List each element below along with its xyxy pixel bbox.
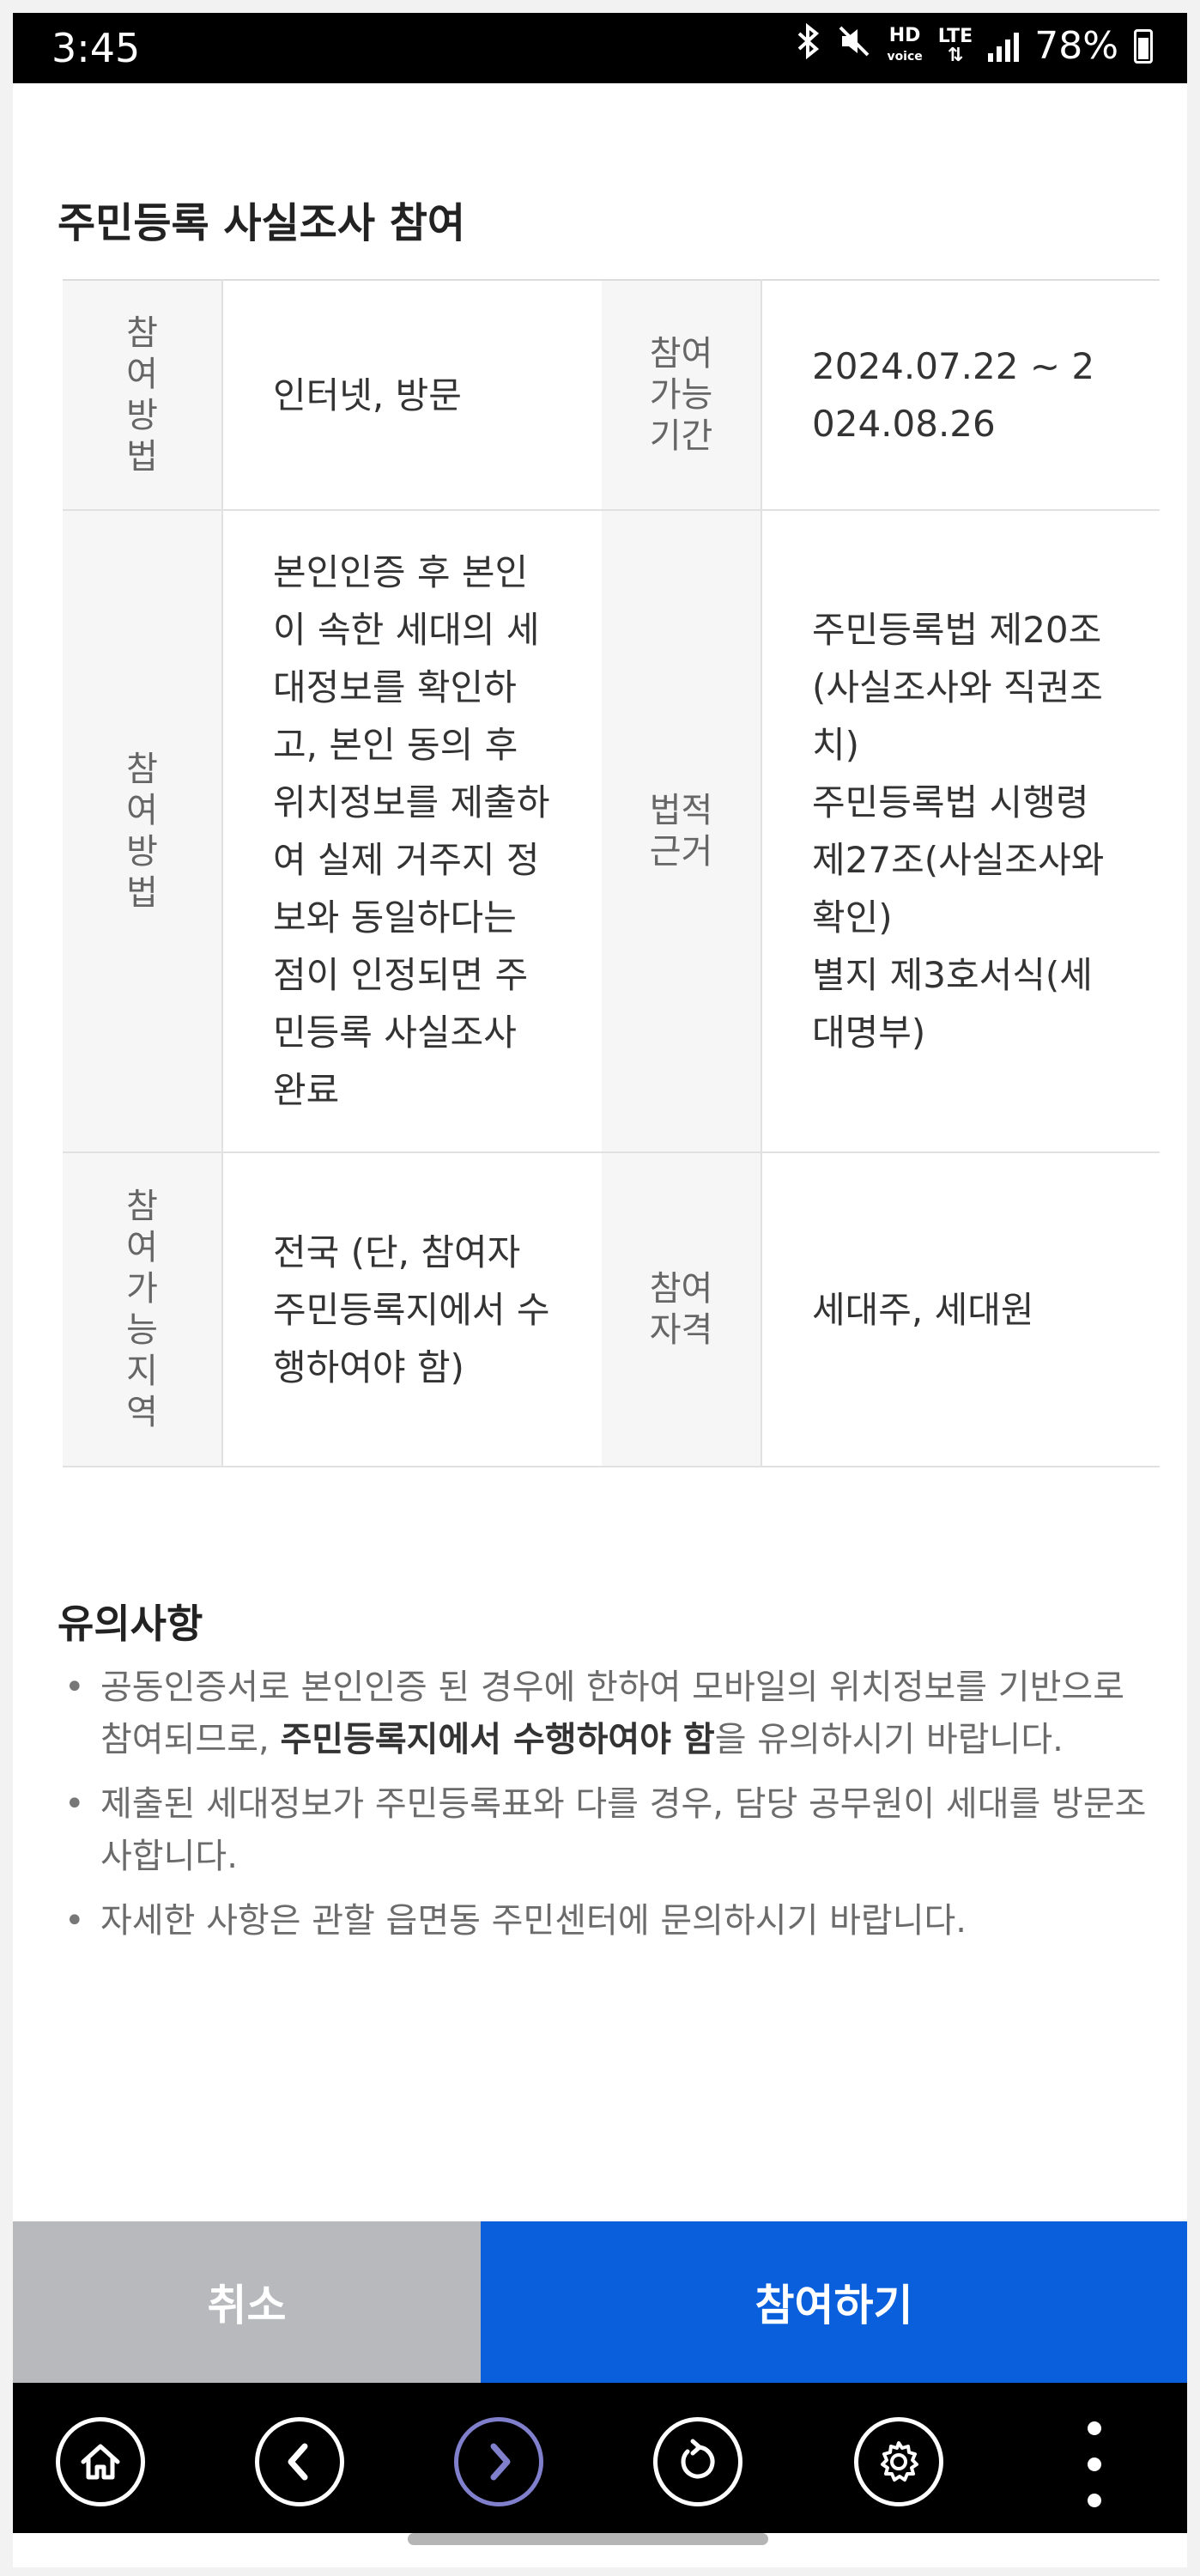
notice-list: 공동인증서로 본인인증 된 경우에 한하여 모바일의 위치정보를 기반으로 참여… (58, 1662, 1148, 1959)
battery-icon (1134, 28, 1153, 64)
table-label: 참여자격 (602, 1152, 762, 1467)
participation-info-table: 참여방법 인터넷, 방문 참여가능기간 2024.07.22 ~ 2024.08… (63, 279, 1160, 1467)
gear-icon[interactable] (854, 2417, 943, 2506)
action-bar: 취소 참여하기 (13, 2221, 1187, 2383)
mute-icon (837, 24, 871, 68)
table-value: 주민등록법 제20조(사실조사와 직권조치) 주민등록법 시행령 제27조(사실… (761, 510, 1160, 1153)
browser-nav-bar (13, 2383, 1187, 2533)
table-row: 참여방법 인터넷, 방문 참여가능기간 2024.07.22 ~ 2024.08… (63, 280, 1160, 511)
phone-screen: 3:45 HD voice LTE ⇅ 78% 주민등록 사실조사 참여 참여방… (13, 13, 1187, 2567)
home-icon[interactable] (56, 2417, 145, 2506)
table-value: 세대주, 세대원 (761, 1152, 1160, 1467)
list-item: 공동인증서로 본인인증 된 경우에 한하여 모바일의 위치정보를 기반으로 참여… (58, 1662, 1148, 1766)
status-bar: 3:45 HD voice LTE ⇅ 78% (13, 13, 1187, 83)
bluetooth-icon (796, 22, 821, 69)
more-vertical-icon[interactable] (1082, 2421, 1107, 2507)
chevron-right-icon[interactable] (454, 2417, 543, 2506)
table-label: 참여가능기간 (602, 280, 762, 511)
section-title: 주민등록 사실조사 참여 (58, 199, 466, 247)
lte-indicator: LTE ⇅ (937, 25, 973, 66)
table-value: 2024.07.22 ~ 2024.08.26 (761, 280, 1160, 511)
home-indicator[interactable] (408, 2533, 768, 2545)
list-item: 제출된 세대정보가 주민등록표와 다를 경우, 담당 공무원이 세대를 방문조사… (58, 1778, 1148, 1883)
signal-icon (988, 31, 1020, 62)
refresh-icon[interactable] (653, 2417, 742, 2506)
hd-voice-indicator: HD voice (887, 24, 923, 64)
cancel-button[interactable]: 취소 (13, 2221, 481, 2383)
table-value: 인터넷, 방문 (222, 280, 602, 511)
table-label: 참여방법 (63, 280, 223, 511)
status-time: 3:45 (52, 25, 141, 71)
join-button[interactable]: 참여하기 (481, 2221, 1187, 2383)
table-value: 전국 (단, 참여자 주민등록지에서 수행하여야 함) (222, 1152, 602, 1467)
table-label: 법적근거 (602, 510, 762, 1153)
table-label: 참여방법 (63, 510, 223, 1153)
notice-title: 유의사항 (58, 1601, 203, 1647)
table-value: 본인인증 후 본인이 속한 세대의 세대정보를 확인하고, 본인 동의 후 위치… (222, 510, 602, 1153)
chevron-left-icon[interactable] (255, 2417, 344, 2506)
table-row: 참여가능지역 전국 (단, 참여자 주민등록지에서 수행하여야 함) 참여자격 … (63, 1152, 1160, 1467)
table-label: 참여가능지역 (63, 1152, 223, 1467)
list-item: 자세한 사항은 관할 읍면동 주민센터에 문의하시기 바랍니다. (58, 1895, 1148, 1947)
table-row: 참여방법 본인인증 후 본인이 속한 세대의 세대정보를 확인하고, 본인 동의… (63, 510, 1160, 1153)
battery-percent: 78% (1034, 24, 1118, 68)
status-icons: HD voice LTE ⇅ 78% (796, 22, 1153, 69)
